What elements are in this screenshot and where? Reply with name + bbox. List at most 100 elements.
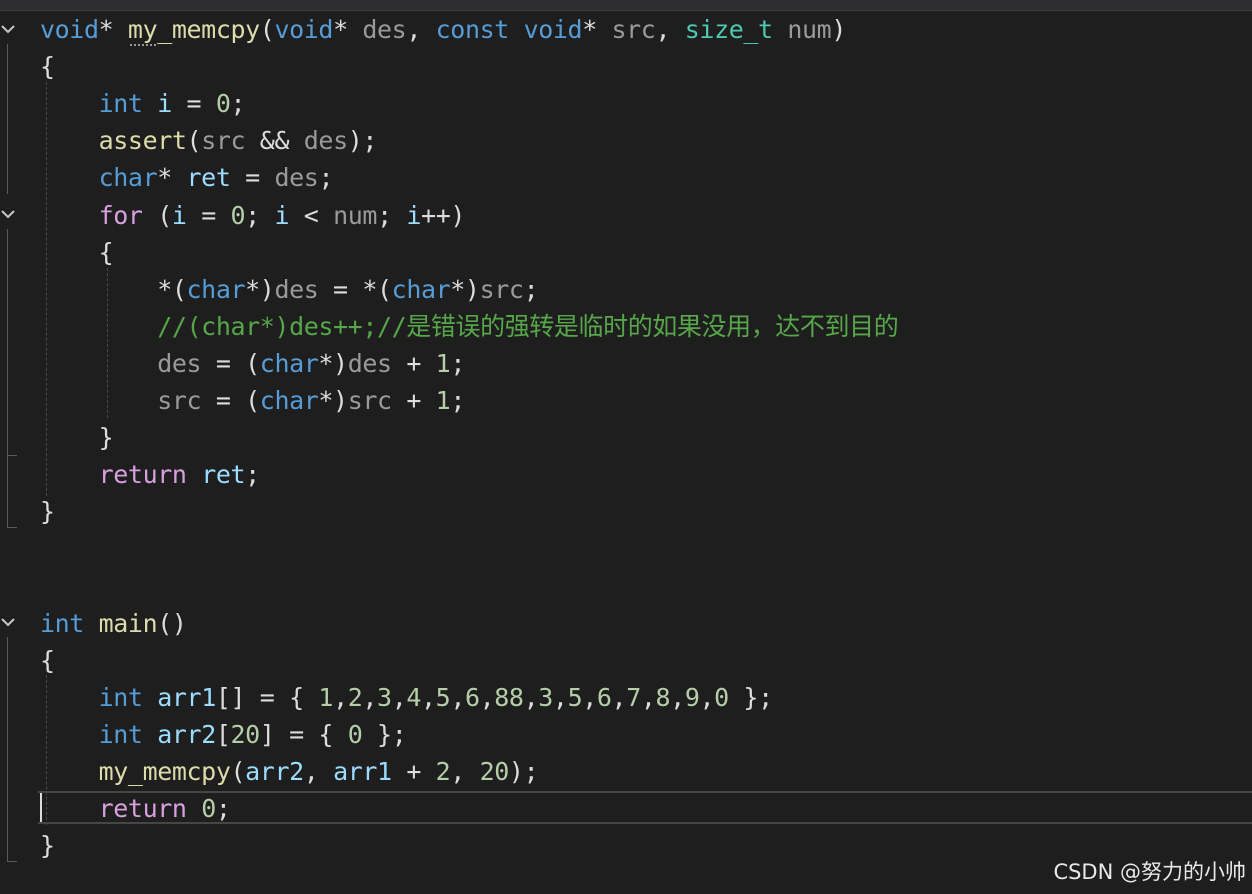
code-line[interactable]: { — [40, 48, 55, 85]
code-token: ++) — [421, 200, 466, 230]
code-token: ; — [318, 163, 334, 193]
code-token: , — [523, 682, 539, 712]
code-token: void — [274, 15, 334, 44]
code-line[interactable]: { — [40, 642, 55, 679]
code-line[interactable]: for (i = 0; i < num; i++) — [40, 197, 466, 234]
code-token: des — [362, 15, 407, 44]
code-token: char — [186, 274, 246, 304]
code-token: des — [274, 274, 319, 304]
code-token: char — [98, 163, 158, 193]
code-token: } — [40, 831, 55, 861]
code-token: , — [303, 757, 334, 786]
code-line[interactable]: } — [40, 827, 55, 864]
code-token: arr1 — [333, 757, 392, 786]
code-line[interactable]: src = (char*)src + 1; — [40, 382, 465, 419]
code-token: , — [450, 757, 480, 786]
fold-region-end — [7, 861, 17, 862]
code-token: *) — [450, 274, 480, 304]
code-line[interactable]: } — [40, 493, 55, 530]
code-token: , — [450, 682, 465, 712]
fold-region-end — [7, 527, 17, 528]
code-token: ; — [377, 200, 407, 230]
code-token: int — [98, 89, 143, 119]
fold-region-line — [7, 44, 8, 194]
code-token: arr1 — [157, 682, 216, 712]
code-line[interactable]: int arr2[20] = { 0 }; — [40, 716, 407, 753]
code-token: char — [391, 274, 451, 304]
code-token: ; — [215, 794, 231, 824]
fold-chevron-icon[interactable] — [0, 614, 18, 632]
code-token: , — [582, 682, 597, 712]
code-token: num — [333, 200, 378, 230]
code-editor[interactable]: void* my_memcpy(void* des, const void* s… — [0, 0, 1252, 894]
code-token: //(char*)des++;//是错误的强转是临时的如果没用，达不到目的 — [157, 311, 899, 341]
code-token: } — [40, 497, 55, 527]
code-line[interactable]: void* my_memcpy(void* des, const void* s… — [40, 11, 846, 48]
fold-chevron-icon[interactable] — [0, 206, 18, 224]
code-token: { — [40, 237, 114, 267]
code-token: src — [201, 126, 246, 156]
code-token: () — [157, 608, 187, 638]
code-token: 2 — [435, 757, 451, 786]
code-line[interactable]: //(char*)des++;//是错误的强转是临时的如果没用，达不到目的 — [40, 308, 898, 345]
code-token: int — [40, 608, 84, 638]
code-token: 6 — [464, 682, 480, 712]
code-token: return — [98, 460, 187, 490]
code-token: , — [406, 15, 436, 44]
code-token: [ — [215, 719, 231, 749]
code-token: = — [230, 163, 275, 193]
code-line[interactable]: char* ret = des; — [40, 159, 334, 196]
code-token: ; — [230, 89, 246, 119]
code-line[interactable]: int arr1[] = { 1,2,3,4,5,6,88,3,5,6,7,8,… — [40, 679, 774, 716]
code-token: ( — [259, 15, 275, 44]
code-token: 0 — [714, 682, 729, 712]
code-token: 20 — [230, 719, 261, 749]
code-token: assert — [98, 126, 187, 156]
code-token: des — [274, 163, 319, 193]
code-token: i — [406, 200, 422, 230]
code-token: my_memcpy — [127, 15, 260, 44]
code-token: for — [98, 200, 143, 230]
code-token: des — [303, 126, 348, 156]
code-token: const — [435, 15, 510, 44]
code-line[interactable]: } — [40, 419, 114, 456]
code-token: 8 — [655, 682, 671, 712]
code-token: 0 — [230, 200, 246, 230]
code-token: ret — [201, 460, 246, 490]
code-line[interactable]: my_memcpy(arr2, arr1 + 2, 20); — [40, 753, 539, 790]
code-token: *) — [318, 348, 348, 378]
watermark: CSDN @努力的小帅 — [1053, 860, 1246, 884]
code-line[interactable]: int main() — [40, 605, 187, 642]
code-line[interactable]: return 0; — [40, 790, 231, 827]
code-token: ( — [142, 200, 172, 230]
code-line[interactable]: { — [40, 234, 114, 271]
code-token: = ( — [201, 386, 260, 415]
code-line[interactable]: return ret; — [40, 456, 261, 493]
fold-region-end — [7, 455, 17, 456]
code-token: i — [274, 200, 290, 230]
fold-region-line — [7, 229, 8, 455]
code-line[interactable]: *(char*)des = *(char*)src; — [40, 271, 538, 308]
code-token: char — [259, 348, 319, 378]
code-token: { — [40, 52, 55, 82]
code-line[interactable]: des = (char*)des + 1; — [40, 345, 465, 382]
code-line[interactable]: int i = 0; — [40, 85, 246, 122]
code-token: 3 — [538, 682, 553, 712]
code-token: { — [40, 645, 55, 675]
fold-chevron-icon[interactable] — [0, 21, 18, 39]
code-token: *( — [40, 274, 187, 304]
code-token: 0 — [215, 89, 231, 119]
code-token: 0 — [201, 794, 216, 824]
code-line[interactable]: assert(src && des); — [40, 122, 378, 159]
code-token: 1 — [318, 682, 334, 712]
code-token: 9 — [684, 682, 700, 712]
